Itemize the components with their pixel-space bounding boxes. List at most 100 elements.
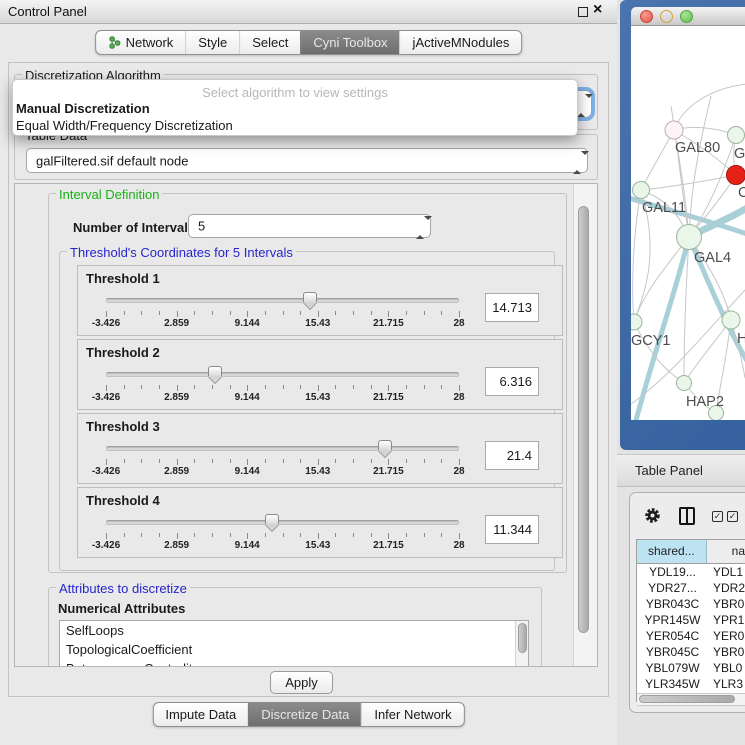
slider-track[interactable]: [106, 446, 459, 451]
table-row[interactable]: YDL19...YDL1: [637, 564, 745, 580]
apply-button[interactable]: Apply: [270, 671, 333, 694]
select-all-columns-icon[interactable]: ✓: [727, 511, 738, 522]
network-node[interactable]: [633, 182, 650, 199]
tick-label: 21.715: [373, 466, 404, 477]
list-item[interactable]: BetweennessCentrality: [60, 659, 528, 667]
dropdown-placeholder-item[interactable]: Select algorithm to view settings: [13, 85, 577, 100]
threshold-2-value-field[interactable]: 6.316: [485, 367, 539, 396]
tab-infer-network[interactable]: Infer Network: [361, 703, 463, 726]
tab-label: Select: [252, 35, 288, 50]
split-columns-icon[interactable]: [679, 507, 695, 525]
tab-select[interactable]: Select: [239, 31, 300, 54]
cell: YLR345W: [637, 676, 708, 692]
scrollbar-thumb[interactable]: [639, 695, 735, 703]
slider-ticks: [106, 533, 459, 540]
column-header-shared-name[interactable]: shared...: [637, 540, 707, 563]
tick-label: 9.144: [235, 540, 260, 551]
cell: YBR043C: [637, 596, 708, 612]
table-row[interactable]: YPR145WYPR1: [637, 612, 745, 628]
table-row[interactable]: YER054CYER0: [637, 628, 745, 644]
control-panel: Control Panel × Network Style Select Cyn…: [0, 0, 617, 745]
slider-thumb[interactable]: [208, 366, 222, 383]
network-node-selected[interactable]: [727, 166, 745, 185]
table-horizontal-scrollbar[interactable]: [637, 693, 745, 706]
tick-label: 9.144: [235, 318, 260, 329]
slider-thumb[interactable]: [303, 292, 317, 309]
tick-label: 15.43: [305, 540, 330, 551]
cell: YDR27...: [637, 580, 708, 596]
tab-cyni-toolbox[interactable]: Cyni Toolbox: [300, 31, 399, 54]
table-row[interactable]: YDR27...YDR2: [637, 580, 745, 596]
list-item[interactable]: SelfLoops: [60, 621, 528, 640]
number-of-intervals-value: 5: [198, 219, 205, 234]
panel-scrollbar[interactable]: [573, 184, 597, 666]
tick-label: 2.859: [164, 392, 189, 403]
network-node[interactable]: [665, 121, 683, 139]
select-columns-icon[interactable]: ✓: [712, 511, 723, 522]
list-scrollbar[interactable]: [515, 621, 528, 666]
tick-label: 15.43: [305, 392, 330, 403]
threshold-1-value-field[interactable]: 14.713: [485, 293, 539, 322]
tab-impute-data[interactable]: Impute Data: [153, 703, 248, 726]
dropdown-option-equal-width-frequency[interactable]: Equal Width/Frequency Discretization: [16, 118, 233, 133]
network-icon: [108, 35, 121, 50]
close-icon[interactable]: ×: [593, 1, 602, 19]
threshold-4-slider[interactable]: [106, 514, 459, 534]
dropdown-option-manual-discretization[interactable]: Manual Discretization: [16, 101, 150, 116]
node-label: GAL11: [642, 200, 686, 216]
threshold-3-slider[interactable]: [106, 440, 459, 460]
network-window-titlebar[interactable]: [631, 7, 745, 26]
gear-icon[interactable]: [644, 507, 661, 524]
slider-thumb[interactable]: [265, 514, 279, 531]
cell: YER054C: [637, 628, 708, 644]
tab-label: jActiveMNodules: [413, 35, 510, 50]
tab-network[interactable]: Network: [96, 31, 186, 54]
table-row[interactable]: YLR345WYLR3: [637, 676, 745, 692]
tab-discretize-data[interactable]: Discretize Data: [248, 703, 361, 726]
table-row[interactable]: YBL079WYBL0: [637, 660, 745, 676]
scrollbar-thumb[interactable]: [578, 206, 589, 633]
network-node[interactable]: [728, 127, 745, 144]
threshold-3-value-field[interactable]: 21.4: [485, 441, 539, 470]
table-data-select[interactable]: galFiltered.sif default node: [26, 148, 588, 173]
number-of-intervals-select[interactable]: 5: [188, 214, 431, 238]
scrollbar-thumb[interactable]: [518, 623, 527, 653]
zoom-button[interactable]: [680, 10, 693, 23]
tick-label: -3.426: [92, 318, 120, 329]
slider-track[interactable]: [106, 520, 459, 525]
table-row[interactable]: YBR043CYBR0: [637, 596, 745, 612]
table-header: shared... na: [636, 539, 745, 564]
network-node[interactable]: [677, 376, 692, 391]
tab-style[interactable]: Style: [185, 31, 239, 54]
network-node[interactable]: [677, 225, 702, 250]
cell: YPR1: [708, 612, 745, 628]
tick-label: -3.426: [92, 392, 120, 403]
slider-tick-labels: -3.426 2.859 9.144 15.43 21.715 28: [106, 392, 459, 405]
slider-tick-labels: -3.426 2.859 9.144 15.43 21.715 28: [106, 466, 459, 479]
minimize-button[interactable]: [660, 10, 673, 23]
threshold-1-slider[interactable]: [106, 292, 459, 312]
tick-label: 28: [453, 318, 464, 329]
tab-label: Impute Data: [165, 707, 236, 722]
node-label: GAL4: [694, 250, 731, 266]
list-item[interactable]: TopologicalCoefficient: [60, 640, 528, 659]
tick-label: 28: [453, 392, 464, 403]
network-canvas[interactable]: GAL80 GA C GAL11 GAL4 GCY1 H HAP2: [631, 26, 745, 420]
slider-thumb[interactable]: [378, 440, 392, 457]
slider-tick-labels: -3.426 2.859 9.144 15.43 21.715 28: [106, 318, 459, 331]
numerical-attributes-label: Numerical Attributes: [58, 601, 185, 616]
table-row[interactable]: YBR045CYBR0: [637, 644, 745, 660]
threshold-4-value-field[interactable]: 11.344: [485, 515, 539, 544]
node-label: GCY1: [631, 333, 671, 349]
tab-label: Infer Network: [374, 707, 451, 722]
network-node[interactable]: [722, 311, 740, 329]
table-panel-titlebar: Table Panel: [617, 454, 745, 487]
slider-track[interactable]: [106, 372, 459, 377]
slider-track[interactable]: [106, 298, 459, 303]
threshold-2-slider[interactable]: [106, 366, 459, 386]
column-header-name[interactable]: na: [707, 540, 745, 563]
tab-jactivemnodules[interactable]: jActiveMNodules: [400, 31, 522, 54]
close-button[interactable]: [640, 10, 653, 23]
network-node[interactable]: [631, 314, 642, 330]
float-window-icon[interactable]: [578, 7, 588, 17]
